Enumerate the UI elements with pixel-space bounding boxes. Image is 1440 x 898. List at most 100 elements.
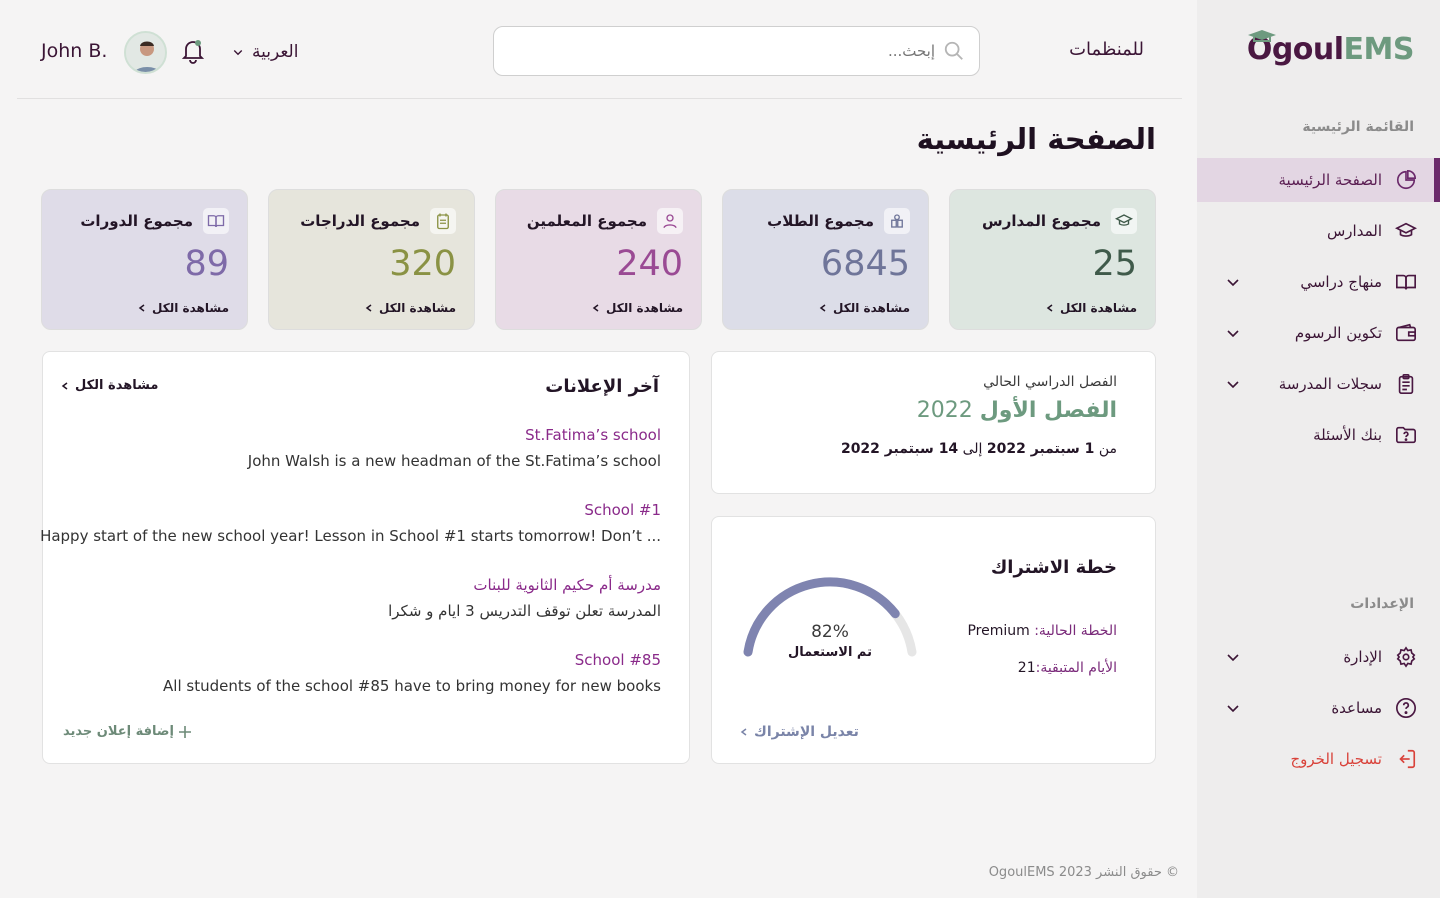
announcement-message: Happy start of the new school year! Less… bbox=[40, 527, 661, 545]
settings-title: الإعدادات bbox=[1350, 596, 1414, 612]
stat-card-schools[interactable]: مجموع المدارس 25 مشاهدة الكل bbox=[949, 189, 1156, 330]
view-all-link[interactable]: مشاهدة الكل bbox=[61, 378, 158, 393]
sidebar-item-home[interactable]: الصفحة الرئيسية bbox=[1197, 158, 1440, 202]
chevron-left-icon bbox=[365, 304, 372, 312]
plan-label: الخطة الحالية: bbox=[1034, 623, 1117, 639]
gear-icon bbox=[1394, 645, 1418, 669]
chevron-down-icon[interactable] bbox=[1225, 700, 1241, 716]
days-label: الأيام المتبقية: bbox=[1035, 660, 1117, 676]
sidebar-item-curriculum[interactable]: منهاج دراسي bbox=[1197, 260, 1440, 304]
search-input[interactable] bbox=[555, 42, 935, 60]
sidebar-item-label: تكوين الرسوم bbox=[1294, 324, 1382, 342]
chevron-down-icon[interactable] bbox=[1225, 649, 1241, 665]
copyright: © حقوق النشر 2023 OgoulEMS bbox=[988, 865, 1179, 880]
announcement-message: المدرسة تعلن توقف التدريس 3 ايام و شكرا bbox=[388, 602, 661, 620]
announcement-school: St.Fatima’s school bbox=[525, 426, 661, 444]
view-all-label: مشاهدة الكل bbox=[1060, 301, 1137, 315]
sidebar-item-administration[interactable]: الإدارة bbox=[1197, 635, 1440, 679]
logo[interactable]: OgoulEMS bbox=[1247, 30, 1415, 67]
book-icon bbox=[203, 208, 229, 234]
stat-value: 6845 bbox=[820, 244, 910, 284]
book-icon bbox=[1394, 270, 1418, 294]
users-icon bbox=[884, 208, 910, 234]
chevron-down-icon[interactable] bbox=[1225, 274, 1241, 290]
stat-title: مجموع الطلاب bbox=[767, 212, 874, 230]
stat-title: مجموع الدراجات bbox=[300, 212, 420, 230]
term-label: الفصل الدراسي الحالي bbox=[983, 374, 1117, 390]
sidebar-item-help[interactable]: مساعدة bbox=[1197, 686, 1440, 730]
graduation-cap-icon bbox=[1394, 219, 1418, 243]
help-circle-icon bbox=[1394, 696, 1418, 720]
sidebar-item-fees[interactable]: تكوين الرسوم bbox=[1197, 311, 1440, 355]
sidebar-item-logout[interactable]: تسجيل الخروج bbox=[1197, 737, 1440, 781]
sidebar-item-label: تسجيل الخروج bbox=[1290, 750, 1382, 768]
days-value: 21 bbox=[1017, 660, 1036, 676]
language-label: العربية bbox=[252, 42, 299, 62]
language-selector[interactable]: العربية bbox=[232, 42, 298, 62]
view-all-link[interactable]: مشاهدة الكل bbox=[592, 301, 683, 315]
view-all-link[interactable]: مشاهدة الكل bbox=[1046, 301, 1137, 315]
announcement-message: John Walsh is a new headman of the St.Fa… bbox=[247, 452, 661, 470]
wallet-icon bbox=[1394, 321, 1418, 345]
chevron-down-icon[interactable] bbox=[1225, 376, 1241, 392]
add-announcement-label: إضافة إعلان جديد bbox=[63, 724, 174, 739]
sidebar-item-label: الصفحة الرئيسية bbox=[1278, 171, 1383, 189]
subscription-card: خطة الاشتراك الخطة الحالية: Premium الأي… bbox=[711, 516, 1156, 764]
organizations-link[interactable]: للمنظمات bbox=[1069, 39, 1144, 60]
announcement-school: مدرسة أم حكيم الثانوية للبنات bbox=[473, 576, 661, 594]
chevron-down-icon[interactable] bbox=[1225, 325, 1241, 341]
sidebar-item-label: بنك الأسئلة bbox=[1313, 426, 1382, 444]
chevron-left-icon bbox=[138, 304, 145, 312]
term-range-prefix: من bbox=[1098, 441, 1117, 457]
term-dates: من 1 سبتمبر 2022 إلى 14 سبتمبر 2022 bbox=[750, 441, 1117, 457]
user-icon bbox=[657, 208, 683, 234]
view-all-link[interactable]: مشاهدة الكل bbox=[819, 301, 910, 315]
graduation-cap-logo-icon bbox=[1247, 30, 1276, 42]
announcement-message: All students of the school #85 have to b… bbox=[163, 677, 661, 695]
plan-value: Premium bbox=[967, 623, 1030, 639]
term-title: الفصل الأول bbox=[979, 398, 1117, 423]
add-announcement-button[interactable]: إضافة إعلان جديد bbox=[63, 724, 192, 739]
view-all-link[interactable]: مشاهدة الكل bbox=[365, 301, 456, 315]
announcement-item[interactable]: مدرسة أم حكيم الثانوية للبنات المدرسة تعل… bbox=[388, 576, 661, 620]
announcement-item[interactable]: School #1 Happy start of the new school y… bbox=[40, 501, 661, 545]
view-all-label: مشاهدة الكل bbox=[606, 301, 683, 315]
stat-card-teachers[interactable]: مجموع المعلمين 240 مشاهدة الكل bbox=[495, 189, 702, 330]
user-avatar-image bbox=[126, 33, 165, 72]
current-term-card: الفصل الدراسي الحالي الفصل الأول 2022 من… bbox=[711, 351, 1156, 494]
user-name[interactable]: John B. bbox=[41, 40, 107, 62]
avatar[interactable] bbox=[124, 31, 167, 74]
announcement-item[interactable]: St.Fatima’s school John Walsh is a new he… bbox=[248, 426, 661, 470]
chevron-left-icon bbox=[740, 728, 747, 736]
stat-value: 25 bbox=[1092, 244, 1137, 284]
term-year: 2022 bbox=[916, 398, 973, 423]
stat-card-students[interactable]: مجموع الطلاب 6845 مشاهدة الكل bbox=[722, 189, 929, 330]
sidebar-item-schools[interactable]: المدارس bbox=[1197, 209, 1440, 253]
sidebar-item-label: منهاج دراسي bbox=[1300, 273, 1382, 291]
clipboard-icon bbox=[430, 208, 456, 234]
subscription-title: خطة الاشتراك bbox=[990, 557, 1117, 578]
announcement-item[interactable]: School #85 All students of the school #85… bbox=[163, 651, 661, 695]
usage-label: تم الاستعمال bbox=[787, 645, 873, 660]
stat-value: 240 bbox=[616, 244, 683, 284]
logo-text-ems: EMS bbox=[1343, 32, 1415, 67]
notification-bell-icon[interactable] bbox=[182, 38, 204, 64]
stat-card-grades[interactable]: مجموع الدراجات 320 مشاهدة الكل bbox=[268, 189, 475, 330]
view-all-link[interactable]: مشاهدة الكل bbox=[138, 301, 229, 315]
remaining-days-row: الأيام المتبقية:21 bbox=[1018, 660, 1117, 676]
search-bar[interactable] bbox=[493, 26, 980, 76]
sidebar-item-label: مساعدة bbox=[1331, 699, 1382, 717]
pie-chart-icon bbox=[1394, 168, 1418, 192]
view-all-label: مشاهدة الكل bbox=[152, 301, 229, 315]
sidebar-item-question-bank[interactable]: بنك الأسئلة bbox=[1197, 413, 1440, 457]
edit-subscription-link[interactable]: تعديل الإشتراك bbox=[740, 724, 859, 740]
stat-card-courses[interactable]: مجموع الدورات 89 مشاهدة الكل bbox=[41, 189, 248, 330]
term-name: الفصل الأول 2022 bbox=[750, 398, 1117, 423]
term-end: 14 سبتمبر 2022 bbox=[840, 441, 959, 457]
stat-title: مجموع الدورات bbox=[80, 212, 193, 230]
question-folder-icon bbox=[1394, 423, 1418, 447]
announcements-card: آخر الإعلانات مشاهدة الكل St.Fatima’s sc… bbox=[40, 351, 690, 764]
sidebar-item-school-records[interactable]: سجلات المدرسة bbox=[1197, 362, 1440, 406]
announcement-school: School #85 bbox=[574, 651, 661, 669]
chevron-left-icon bbox=[61, 381, 68, 390]
